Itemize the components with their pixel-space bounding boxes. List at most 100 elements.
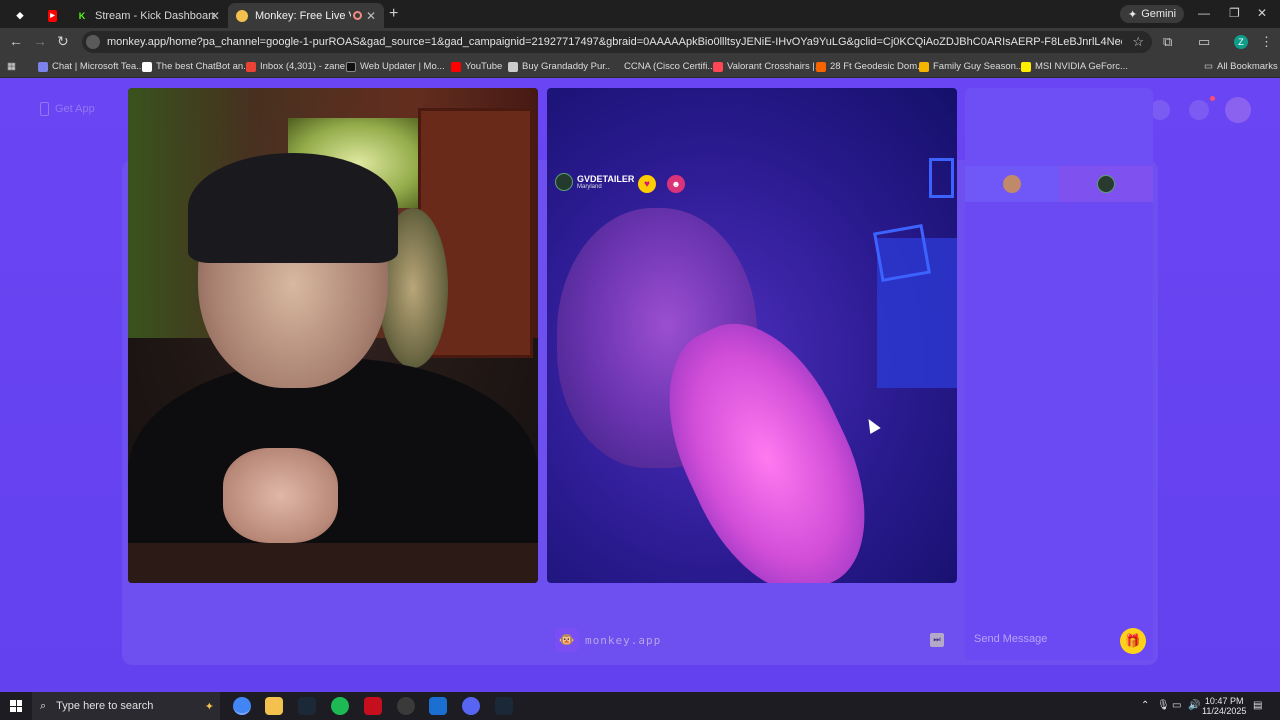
tray-chevron-icon[interactable]: ⌃ — [1141, 700, 1149, 711]
taskbar-search-placeholder: Type here to search — [56, 700, 154, 712]
bookmark-item[interactable]: The best ChatBot an... — [142, 61, 251, 72]
steam-icon[interactable] — [495, 697, 513, 715]
clock-date: 11/24/2025 — [1202, 706, 1247, 716]
tab-label: Monkey: Free Live Video Cl — [255, 9, 351, 22]
monkey-logo-icon: 🐵 — [555, 628, 579, 652]
tab-pinned-1[interactable]: ◆ — [6, 3, 44, 28]
bookmark-item[interactable]: MSI NVIDIA GeForc... — [1021, 61, 1128, 72]
close-tab-icon[interactable]: ✕ — [210, 9, 220, 23]
bookmark-label: Buy Grandaddy Pur... — [522, 61, 613, 72]
notification-dot — [1210, 96, 1215, 101]
taskbar-search[interactable]: ⌕ Type here to search ✦ — [32, 692, 220, 720]
bookmark-item[interactable]: Buy Grandaddy Pur... — [508, 61, 613, 72]
steam-icon[interactable] — [298, 697, 316, 715]
restore-icon[interactable]: ❐ — [1229, 6, 1240, 20]
obs-icon[interactable] — [397, 697, 415, 715]
get-app-button[interactable]: Get App — [40, 102, 95, 116]
tab-label: Stream - Kick Dashboard — [95, 9, 215, 22]
extensions-icon[interactable]: ⧉ — [1163, 34, 1172, 50]
remote-user-location: Maryland — [577, 183, 602, 190]
windows-start-icon[interactable] — [10, 700, 22, 712]
bookmark-label: The best ChatBot an... — [156, 61, 252, 72]
menu-icon[interactable]: ⋮ — [1260, 34, 1273, 50]
microphone-icon[interactable]: 🎙 — [1157, 700, 1170, 711]
bookmark-item[interactable]: Inbox (4,301) - zane... — [246, 61, 353, 72]
sparkle-icon: ✦ — [1128, 8, 1138, 21]
url-text[interactable]: monkey.app/home?pa_channel=google-1-purR… — [107, 36, 1122, 48]
bookmark-label: Chat | Microsoft Tea... — [52, 61, 145, 72]
local-video — [128, 88, 538, 583]
table — [128, 543, 538, 583]
headset-cap — [188, 153, 398, 263]
wall-frame — [873, 224, 931, 282]
system-clock[interactable]: 10:47 PM 11/24/2025 — [1202, 696, 1246, 716]
gift-icon[interactable]: 🎁 — [1120, 628, 1146, 654]
send-message-input[interactable] — [974, 632, 1114, 645]
apps-icon[interactable]: ▦ — [7, 61, 16, 72]
history-icon[interactable] — [1150, 100, 1170, 120]
minimize-icon[interactable]: — — [1198, 6, 1210, 20]
address-bar[interactable]: monkey.app/home?pa_channel=google-1-purR… — [82, 31, 1152, 53]
user-avatar[interactable] — [1225, 97, 1251, 123]
youtube-icon: ▶ — [48, 9, 57, 22]
close-tab-icon[interactable]: ✕ — [366, 9, 376, 23]
volume-icon[interactable]: 🔊 — [1188, 700, 1200, 711]
chat-tab-self[interactable] — [965, 166, 1059, 202]
partner-avatar — [1097, 175, 1115, 193]
remote-video — [547, 88, 957, 583]
diamond-icon: ◆ — [16, 10, 24, 20]
back-icon[interactable]: ← — [9, 33, 23, 49]
forward-icon[interactable]: → — [33, 33, 47, 49]
web-updater-icon — [346, 61, 356, 72]
family-guy-icon — [919, 61, 929, 72]
new-tab-button[interactable]: + — [389, 5, 398, 23]
bookmark-item[interactable]: YouTube — [451, 61, 502, 72]
tab-monkey[interactable]: Monkey: Free Live Video Cl ✕ — [228, 3, 384, 28]
side-panel-icon[interactable]: ▭ — [1198, 34, 1210, 50]
chat-tab-partner[interactable] — [1059, 166, 1153, 202]
youtube-icon — [451, 61, 461, 72]
profile-avatar[interactable]: Z — [1234, 35, 1248, 49]
bookmark-item[interactable]: Valorant Crosshairs |... — [713, 61, 823, 72]
taskbar: ⌕ Type here to search ✦ ⌃ 🎙 ▭ 🔊 10:47 PM… — [0, 692, 1280, 720]
sparkle-icon: ✦ — [204, 700, 214, 713]
app-red-icon[interactable] — [364, 697, 382, 715]
network-icon[interactable]: ▭ — [1172, 700, 1181, 711]
remote-user-badge[interactable]: GVDETAILER Maryland — [555, 173, 634, 191]
gmail-icon — [246, 61, 256, 72]
remote-user-name: GVDETAILER — [577, 173, 635, 184]
watermark-text: monkey.app — [585, 633, 662, 647]
all-bookmarks[interactable]: ▭ All Bookmarks — [1204, 61, 1278, 72]
app-blue-icon[interactable] — [429, 697, 447, 715]
bookmark-item[interactable]: Chat | Microsoft Tea... — [38, 61, 144, 72]
bookmark-star-icon[interactable]: ☆ — [1132, 34, 1144, 50]
gemini-label: Gemini — [1141, 8, 1177, 20]
discord-icon[interactable] — [462, 697, 480, 715]
clock-time: 10:47 PM — [1204, 696, 1244, 706]
mask-icon[interactable]: ☻ — [667, 175, 685, 193]
bookmark-item[interactable]: 28 Ft Geodesic Dom... — [816, 61, 925, 72]
bookmark-item[interactable]: Web Updater | Mo... — [346, 61, 445, 72]
bookmark-label: Web Updater | Mo... — [360, 61, 445, 72]
phone-icon — [40, 102, 49, 116]
tab-kick-dashboard[interactable]: K Stream - Kick Dashboard ✕ — [68, 3, 228, 28]
reload-icon[interactable]: ↻ — [57, 33, 69, 50]
site-info-icon[interactable] — [86, 35, 100, 49]
skip-icon[interactable]: ⏭ — [930, 633, 944, 647]
gemini-button[interactable]: ✦ Gemini — [1120, 5, 1185, 23]
bookmark-label: 28 Ft Geodesic Dom... — [830, 61, 926, 72]
close-window-icon[interactable]: ✕ — [1257, 6, 1267, 20]
messages-icon[interactable] — [1189, 100, 1209, 120]
bookmark-item[interactable]: Family Guy Season... — [919, 61, 1024, 72]
bookmark-item[interactable]: CCNA (Cisco Certifi... — [610, 61, 715, 72]
browser-toolbar: ← → ↻ monkey.app/home?pa_channel=google-… — [0, 28, 1280, 56]
browser-tab-strip: ◆ ▶ K Stream - Kick Dashboard ✕ Monkey: … — [0, 0, 1280, 28]
heart-icon[interactable]: ♥ — [638, 175, 656, 193]
bookmark-label: YouTube — [465, 61, 503, 72]
bookmark-label: CCNA (Cisco Certifi... — [624, 61, 716, 72]
spotify-icon[interactable] — [331, 697, 349, 715]
bookmark-label: Valorant Crosshairs |... — [727, 61, 823, 72]
chrome-icon[interactable] — [233, 697, 251, 715]
notifications-icon[interactable]: ▤ — [1253, 700, 1262, 711]
file-explorer-icon[interactable] — [265, 697, 283, 715]
